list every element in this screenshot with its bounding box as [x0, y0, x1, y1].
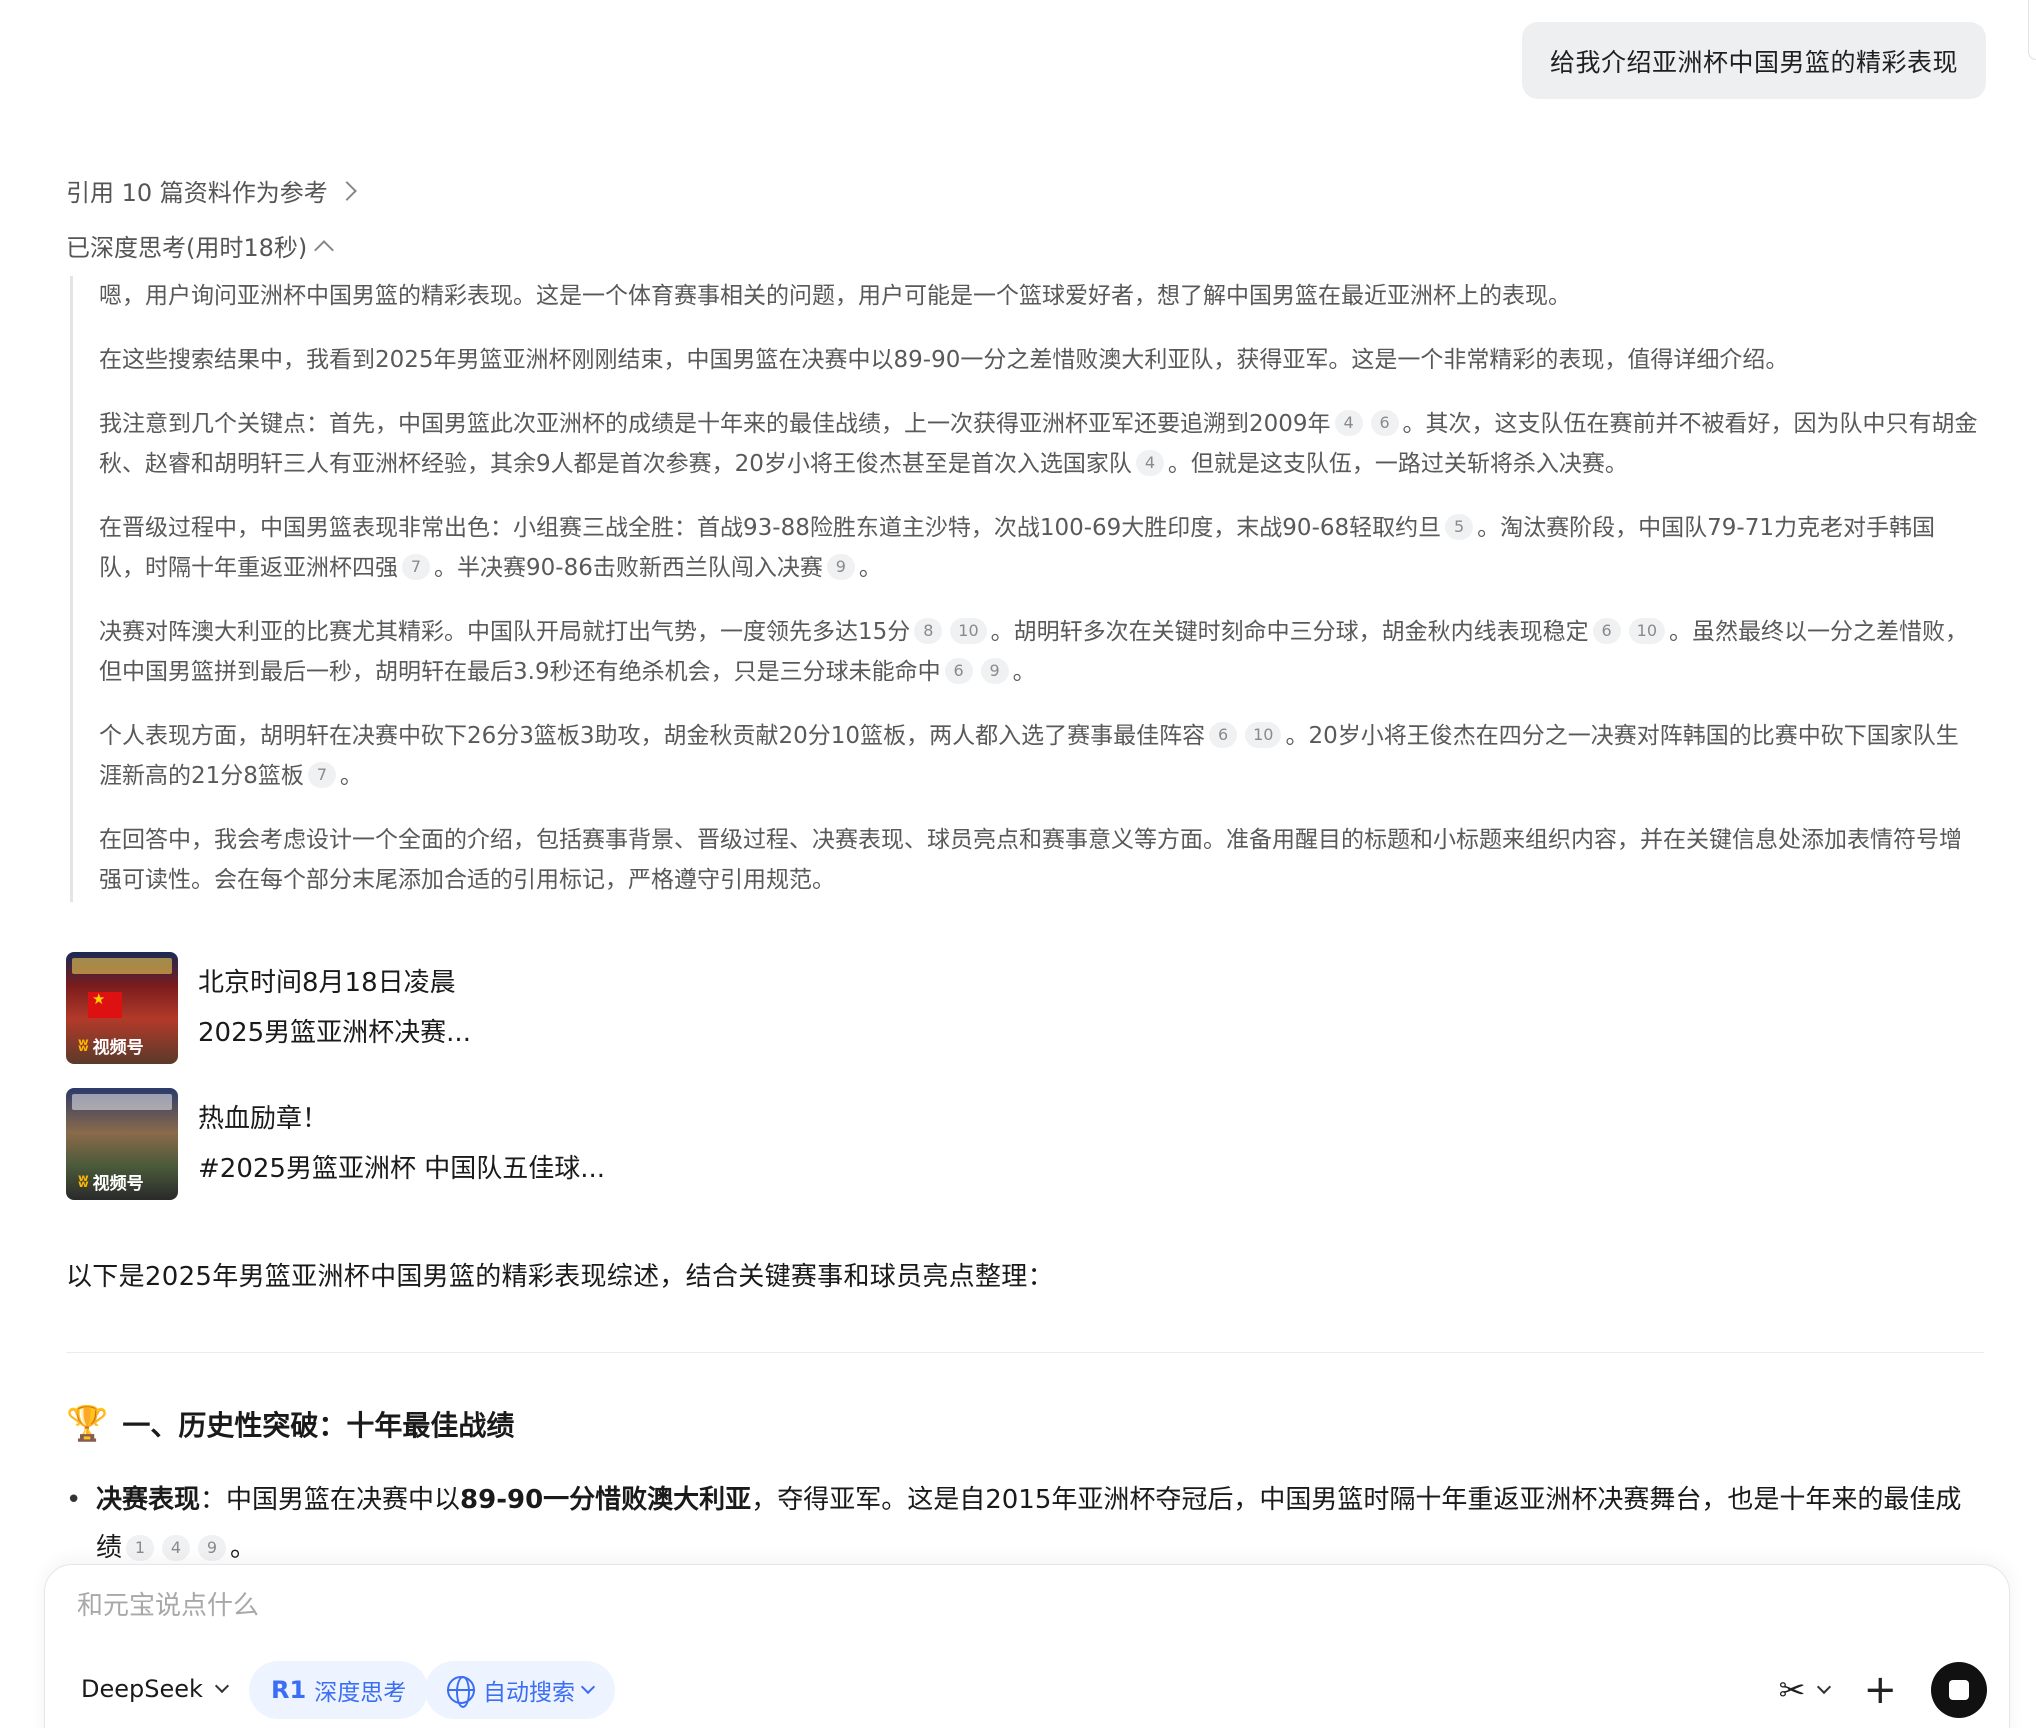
thinking-text: 决赛对阵澳大利亚的比赛尤其精彩。中国队开局就打出气势，一度领先多达15分	[99, 619, 911, 645]
citation-badge[interactable]: 7	[307, 762, 336, 788]
stop-generating-button[interactable]	[1931, 1662, 1987, 1718]
citation-badge[interactable]: 10	[950, 618, 987, 644]
thumbnail-banner	[72, 1094, 172, 1110]
list-item: 决赛表现：中国男篮在决赛中以89-90一分惜败澳大利亚，夺得亚军。这是自2015…	[66, 1476, 1984, 1572]
message-input[interactable]	[77, 1591, 1777, 1621]
video-source-badge: ʬ 视频号	[78, 1033, 144, 1058]
chevron-down-icon	[580, 1679, 596, 1695]
citation-badge[interactable]: 8	[914, 618, 943, 644]
citation-badge[interactable]: 1	[126, 1535, 155, 1561]
divider	[66, 1352, 1984, 1353]
stop-icon	[1949, 1680, 1969, 1700]
composer-tools: ✂ +	[1779, 1661, 1987, 1719]
citation-badge[interactable]: 9	[980, 658, 1009, 684]
thinking-header-label: 已深度思考(用时18秒)	[66, 234, 308, 262]
auto-search-toggle[interactable]: 自动搜索	[425, 1661, 615, 1719]
bullet-label: 决赛表现	[96, 1485, 201, 1515]
deep-think-label: 深度思考	[314, 1680, 407, 1706]
thinking-content: 嗯，用户询问亚洲杯中国男篮的精彩表现。这是一个体育赛事相关的问题，用户可能是一个…	[70, 276, 1982, 902]
citation-badge[interactable]: 10	[1245, 722, 1282, 748]
deep-think-toggle[interactable]: R1 深度思考	[249, 1661, 429, 1719]
video-thumbnail[interactable]: ʬ 视频号	[66, 1088, 178, 1200]
thinking-paragraph: 在这些搜索结果中，我看到2025年男篮亚洲杯刚刚结束，中国男篮在决赛中以89-9…	[99, 340, 1978, 380]
thinking-text: 。	[858, 555, 882, 581]
chevron-down-icon	[214, 1678, 229, 1694]
channels-logo-icon: ʬ	[78, 1035, 89, 1056]
citation-badge[interactable]: 10	[1628, 618, 1665, 644]
bullet-text: 。	[230, 1533, 257, 1563]
thinking-text: 。	[339, 763, 363, 789]
references-label: 引用 10 篇资料作为参考	[66, 179, 328, 207]
thinking-text: 。半决赛90-86击败新西兰队闯入决赛	[434, 555, 823, 581]
video-card[interactable]: ʬ 视频号 热血励章！ #2025男篮亚洲杯 中国队五佳球...	[66, 1088, 605, 1200]
video-title-line: 北京时间8月18日凌晨	[198, 968, 456, 998]
citation-badge[interactable]: 6	[1370, 410, 1399, 436]
video-title-line: #2025男篮亚洲杯 中国队五佳球...	[198, 1154, 606, 1184]
video-source-badge: ʬ 视频号	[78, 1169, 144, 1194]
citation-badge[interactable]: 7	[402, 554, 430, 580]
chevron-up-icon	[314, 239, 335, 260]
citation-badge[interactable]: 6	[1209, 722, 1238, 748]
references-toggle[interactable]: 引用 10 篇资料作为参考	[66, 173, 357, 208]
thinking-text: 。	[1012, 659, 1036, 685]
user-message-text: 给我介绍亚洲杯中国男篮的精彩表现	[1549, 47, 1958, 77]
thinking-text: 在晋级过程中，中国男篮表现非常出色：小组赛三战全胜：首战93-88险胜东道主沙特…	[99, 515, 1442, 541]
add-attachment-button[interactable]: +	[1863, 1670, 1897, 1710]
china-flag-icon	[88, 990, 122, 1018]
citation-badge[interactable]: 4	[162, 1535, 191, 1561]
bullet-bold-text: 89-90一分惜败澳大利亚	[460, 1485, 752, 1515]
video-title[interactable]: 北京时间8月18日凌晨 2025男篮亚洲杯决赛...	[198, 952, 471, 1064]
thinking-text: 嗯，用户询问亚洲杯中国男篮的精彩表现。这是一个体育赛事相关的问题，用户可能是一个…	[99, 283, 1571, 309]
citation-badge[interactable]: 6	[1592, 618, 1621, 644]
thinking-text: 我注意到几个关键点：首先，中国男篮此次亚洲杯的成绩是十年来的最佳战绩，上一次获得…	[99, 411, 1331, 437]
screenshot-tool-button[interactable]: ✂	[1778, 1671, 1832, 1709]
globe-icon	[447, 1676, 475, 1708]
model-select[interactable]: DeepSeek	[81, 1661, 229, 1717]
citation-badge[interactable]: 6	[944, 658, 973, 684]
thinking-text: 在回答中，我会考虑设计一个全面的介绍，包括赛事背景、晋级过程、决赛表现、球员亮点…	[99, 827, 1962, 893]
thinking-text: 个人表现方面，胡明轩在决赛中砍下26分3篮板3助攻，胡金秋贡献20分10篮板，两…	[99, 723, 1206, 749]
channels-logo-icon: ʬ	[78, 1171, 89, 1192]
thinking-paragraph: 嗯，用户询问亚洲杯中国男篮的精彩表现。这是一个体育赛事相关的问题，用户可能是一个…	[99, 276, 1978, 316]
thinking-toggle[interactable]: 已深度思考(用时18秒)	[66, 228, 335, 263]
citation-badge[interactable]: 9	[198, 1535, 227, 1561]
user-message-bubble: 给我介绍亚洲杯中国男篮的精彩表现	[1521, 22, 1986, 99]
video-source-label: 视频号	[92, 1174, 144, 1194]
section-heading-text: 一、历史性突破：十年最佳战绩	[122, 1409, 515, 1442]
thinking-paragraph: 在晋级过程中，中国男篮表现非常出色：小组赛三战全胜：首战93-88险胜东道主沙特…	[99, 508, 1978, 588]
citation-badge[interactable]: 5	[1445, 514, 1474, 540]
thinking-paragraph: 个人表现方面，胡明轩在决赛中砍下26分3篮板3助攻，胡金秋贡献20分10篮板，两…	[99, 716, 1978, 796]
auto-search-label: 自动搜索	[483, 1680, 575, 1706]
r1-icon: R1	[271, 1676, 307, 1704]
chevron-down-icon	[1817, 1679, 1832, 1695]
bullet-text: ：中国男篮在决赛中以	[200, 1485, 461, 1515]
thinking-paragraph: 在回答中，我会考虑设计一个全面的介绍，包括赛事背景、晋级过程、决赛表现、球员亮点…	[99, 820, 1978, 900]
thinking-text: 。胡明轩多次在关键时刻命中三分球，胡金秋内线表现稳定	[990, 619, 1589, 645]
video-title[interactable]: 热血励章！ #2025男篮亚洲杯 中国队五佳球...	[198, 1088, 605, 1200]
video-card[interactable]: ʬ 视频号 北京时间8月18日凌晨 2025男篮亚洲杯决赛...	[66, 952, 471, 1064]
message-composer: DeepSeek R1 深度思考 自动搜索 ✂ +	[44, 1564, 2010, 1728]
citation-badge[interactable]: 4	[1135, 450, 1164, 476]
thinking-paragraph: 决赛对阵澳大利亚的比赛尤其精彩。中国队开局就打出气势，一度领先多达15分 8 10。…	[99, 612, 1978, 692]
video-thumbnail[interactable]: ʬ 视频号	[66, 952, 178, 1064]
citation-badge[interactable]: 4	[1334, 410, 1363, 436]
thinking-text: 在这些搜索结果中，我看到2025年男篮亚洲杯刚刚结束，中国男篮在决赛中以89-9…	[99, 347, 1789, 373]
scrollbar-stub	[2028, 0, 2036, 60]
citation-badge[interactable]: 9	[826, 554, 855, 580]
video-title-line: 热血励章！	[198, 1104, 329, 1134]
answer-summary: 以下是2025年男篮亚洲杯中国男篮的精彩表现综述，结合关键赛事和球员亮点整理：	[66, 1262, 1054, 1292]
scissors-icon: ✂	[1778, 1671, 1806, 1709]
video-title-line: 2025男篮亚洲杯决赛...	[198, 1018, 471, 1048]
chevron-right-icon	[336, 180, 357, 201]
model-select-label: DeepSeek	[81, 1675, 203, 1703]
section-heading: 🏆 一、历史性突破：十年最佳战绩	[66, 1404, 514, 1444]
thinking-text: 。但就是这支队伍，一路过关斩将杀入决赛。	[1167, 451, 1628, 477]
thinking-paragraph: 我注意到几个关键点：首先，中国男篮此次亚洲杯的成绩是十年来的最佳战绩，上一次获得…	[99, 404, 1978, 484]
video-source-label: 视频号	[92, 1038, 144, 1058]
trophy-icon: 🏆	[66, 1404, 109, 1444]
thumbnail-banner	[72, 958, 172, 974]
